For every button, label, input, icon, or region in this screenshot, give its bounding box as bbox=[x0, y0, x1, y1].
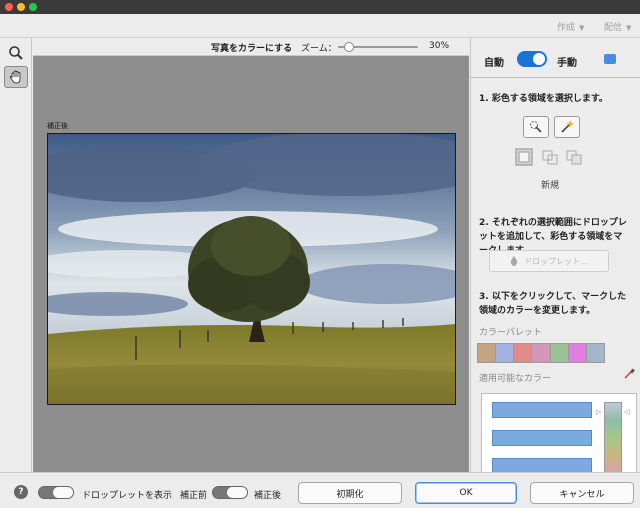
droplet-button[interactable]: ドロップレット... bbox=[489, 250, 609, 272]
toggle-knob bbox=[227, 487, 247, 498]
new-selection-icon bbox=[515, 148, 533, 166]
available-color-swatch[interactable] bbox=[492, 430, 592, 446]
create-menu-label: 作成 bbox=[557, 23, 576, 33]
reset-button[interactable]: 初期化 bbox=[298, 482, 402, 504]
before-after-toggle[interactable] bbox=[212, 486, 248, 499]
manual-mode-label: 手動 bbox=[557, 58, 577, 69]
zoom-value: 30% bbox=[429, 41, 450, 51]
ok-button[interactable]: OK bbox=[415, 482, 517, 504]
subtract-selection-icon bbox=[566, 150, 582, 165]
palette-swatch[interactable] bbox=[550, 344, 569, 362]
window-titlebar bbox=[0, 0, 640, 14]
available-colors-list[interactable]: ▷ ◁ bbox=[481, 393, 637, 474]
page-title: 写真をカラーにする bbox=[211, 44, 293, 54]
color-range-slider[interactable] bbox=[604, 402, 622, 474]
selection-mode-label: 新規 bbox=[541, 181, 560, 191]
color-palette-label: カラーパレット bbox=[479, 328, 542, 338]
palette-swatch[interactable] bbox=[514, 344, 533, 362]
minimize-window-button[interactable] bbox=[17, 3, 25, 11]
color-palette bbox=[477, 343, 605, 363]
auto-manual-toggle[interactable] bbox=[517, 51, 547, 67]
palette-swatch[interactable] bbox=[532, 344, 551, 362]
share-menu[interactable]: 配信 ▼ bbox=[604, 20, 631, 33]
auto-mode-label: 自動 bbox=[484, 58, 504, 69]
close-window-button[interactable] bbox=[5, 3, 13, 11]
step-3-text: 3. 以下をクリックして、マークした領域のカラーを変更します。 bbox=[479, 292, 627, 316]
help-button[interactable]: ? bbox=[14, 485, 28, 499]
add-selection-mode[interactable] bbox=[541, 148, 559, 166]
toggle-knob bbox=[53, 487, 73, 498]
canvas-header: 写真をカラーにする ズーム： 30% bbox=[33, 38, 469, 56]
after-label: 補正後 bbox=[254, 491, 282, 501]
show-droplets-toggle[interactable] bbox=[38, 486, 74, 499]
cancel-button[interactable]: キャンセル bbox=[530, 482, 634, 504]
add-selection-icon bbox=[542, 150, 558, 165]
quick-selection-icon bbox=[530, 121, 542, 133]
chevron-down-icon: ▼ bbox=[579, 24, 585, 32]
quick-selection-button[interactable] bbox=[523, 116, 549, 138]
colorize-panel: 自動 手動 1. 彩色する領域を選択します。 新規 2. それぞれの選択範囲にド… bbox=[470, 38, 640, 474]
after-view-label: 補正後 bbox=[47, 122, 68, 130]
magnifier-icon bbox=[9, 46, 23, 60]
create-menu[interactable]: 作成 ▼ bbox=[557, 20, 584, 33]
subtract-selection-mode[interactable] bbox=[565, 148, 583, 166]
menu-bar: 作成 ▼ 配信 ▼ bbox=[0, 14, 640, 38]
new-selection-mode[interactable] bbox=[515, 148, 533, 166]
play-video-icon[interactable] bbox=[604, 54, 616, 64]
zoom-tool-button[interactable] bbox=[4, 42, 28, 64]
droplet-icon bbox=[510, 256, 518, 266]
available-colors-label: 適用可能なカラー bbox=[479, 374, 552, 384]
palette-swatch[interactable] bbox=[586, 344, 604, 362]
palette-swatch[interactable] bbox=[496, 344, 515, 362]
droplet-button-label: ドロップレット... bbox=[524, 256, 588, 266]
eyedropper-icon[interactable] bbox=[623, 368, 635, 383]
footer-bar: ? ドロップレットを表示 補正前 補正後 初期化 OK キャンセル bbox=[0, 472, 640, 508]
landscape-photo-image bbox=[48, 134, 455, 404]
share-menu-label: 配信 bbox=[604, 23, 623, 33]
zoom-slider-thumb[interactable] bbox=[344, 42, 354, 52]
hand-icon bbox=[9, 70, 21, 84]
canvas-area: 写真をカラーにする ズーム： 30% 補正後 bbox=[33, 38, 469, 472]
slider-left-arrow-icon: ▷ bbox=[596, 408, 602, 416]
available-color-swatch[interactable] bbox=[492, 402, 592, 418]
tool-strip bbox=[0, 38, 32, 472]
photo-preview[interactable] bbox=[47, 133, 456, 405]
mode-switch-row: 自動 手動 bbox=[471, 38, 640, 78]
palette-swatch[interactable] bbox=[478, 344, 497, 362]
zoom-label: ズーム： bbox=[301, 44, 337, 54]
magic-wand-icon bbox=[561, 120, 574, 133]
before-label: 補正前 bbox=[180, 491, 208, 501]
magic-wand-button[interactable] bbox=[554, 116, 580, 138]
zoom-window-button[interactable] bbox=[29, 3, 37, 11]
palette-swatch[interactable] bbox=[568, 344, 587, 362]
chevron-down-icon: ▼ bbox=[626, 24, 632, 32]
zoom-slider[interactable] bbox=[338, 42, 418, 52]
hand-tool-button[interactable] bbox=[4, 66, 28, 88]
slider-right-arrow-icon: ◁ bbox=[624, 408, 630, 416]
show-droplets-label: ドロップレットを表示 bbox=[82, 491, 173, 501]
step-1-text: 1. 彩色する領域を選択します。 bbox=[479, 94, 608, 104]
toggle-knob bbox=[533, 53, 545, 65]
